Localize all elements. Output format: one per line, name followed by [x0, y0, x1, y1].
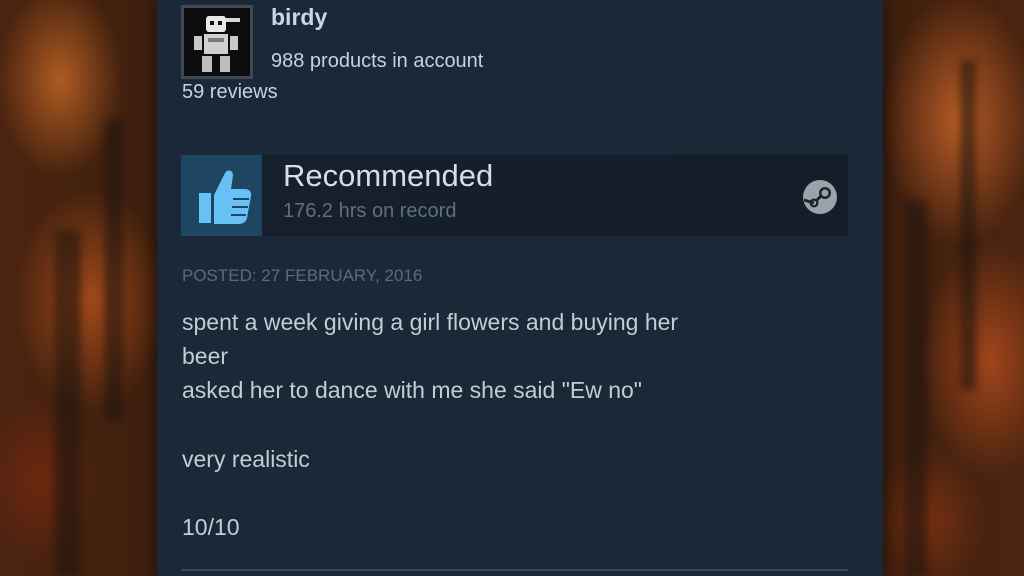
username[interactable]: birdy — [271, 4, 327, 31]
review-text-line: 10/10 — [182, 514, 240, 540]
background-tree-trunk — [905, 200, 927, 576]
background-tree-trunk — [105, 120, 123, 420]
reviews-count[interactable]: 59 reviews — [182, 81, 278, 104]
user-avatar[interactable] — [181, 5, 253, 79]
recommendation-verdict: Recommended — [283, 158, 494, 193]
thumbs-up-icon — [199, 170, 252, 224]
review-text-line: beer — [182, 343, 229, 369]
background-tree-trunk — [55, 230, 81, 576]
review-text-line: spent a week giving a girl flowers and b… — [182, 309, 679, 335]
recommendation-bar[interactable] — [181, 155, 848, 236]
divider — [181, 569, 848, 571]
products-count[interactable]: 988 products in account — [271, 50, 483, 73]
posted-date: POSTED: 27 FEBRUARY, 2016 — [182, 266, 423, 285]
verdict-icon-box — [181, 155, 262, 236]
background-tree-trunk — [960, 60, 976, 390]
review-text-line: asked her to dance with me she said "Ew … — [182, 377, 642, 403]
hours-on-record: 176.2 hrs on record — [283, 200, 457, 222]
steam-icon — [802, 179, 838, 215]
review-text-line: very realistic — [182, 446, 310, 472]
